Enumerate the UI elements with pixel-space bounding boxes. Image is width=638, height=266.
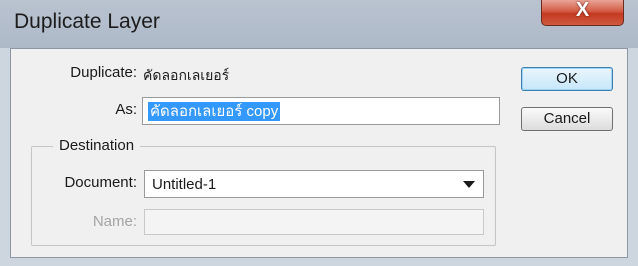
ok-button[interactable]: OK — [521, 67, 613, 91]
chevron-down-icon[interactable] — [463, 181, 475, 188]
window-title: Duplicate Layer — [14, 10, 160, 33]
dialog-window: Duplicate Layer X Duplicate: คัดลอกเลเยอ… — [0, 0, 638, 266]
as-label: As: — [115, 101, 137, 118]
document-select[interactable]: Untitled-1 — [144, 170, 484, 198]
duplicate-value: คัดลอกเลเยอร์ — [143, 67, 230, 83]
name-input[interactable] — [144, 209, 484, 235]
close-button[interactable]: X — [541, 0, 624, 26]
name-label: Name: — [92, 213, 137, 230]
destination-title: Destination — [53, 137, 141, 154]
cancel-button[interactable]: Cancel — [521, 107, 613, 131]
dialog-content: Duplicate: คัดลอกเลเยอร์ As: คัดลอกเลเยอ… — [10, 48, 628, 258]
duplicate-label: Duplicate: — [70, 64, 137, 81]
close-icon: X — [575, 0, 590, 21]
as-input[interactable]: คัดลอกเลเยอร์ copy — [142, 97, 500, 125]
document-select-value: Untitled-1 — [152, 176, 217, 193]
document-label: Document: — [64, 174, 137, 191]
as-input-selected-text: คัดลอกเลเยอร์ copy — [148, 102, 281, 121]
title-bar[interactable]: Duplicate Layer X — [0, 0, 638, 48]
